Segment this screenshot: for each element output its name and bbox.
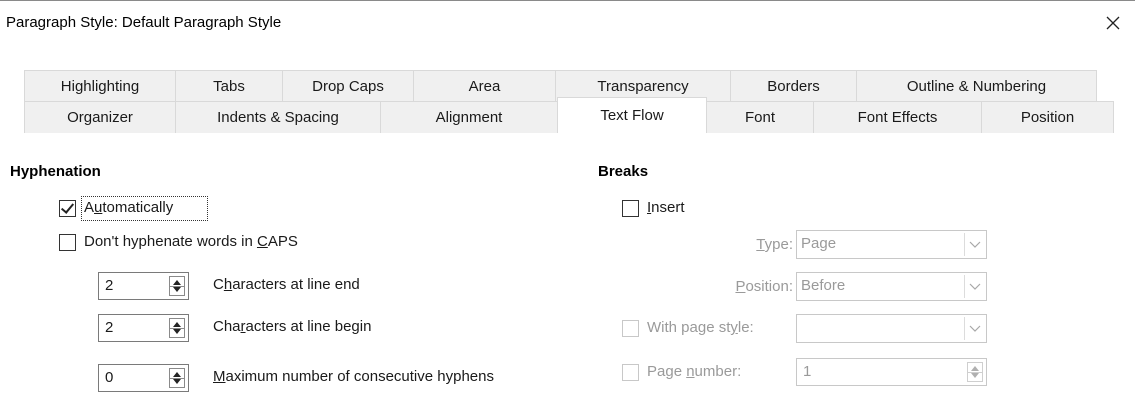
tab-area[interactable]: Area	[413, 70, 556, 102]
breaks-heading: Breaks	[598, 163, 649, 180]
chars-line-end-label: Characters at line end	[213, 276, 360, 293]
chars-line-end-spinbox[interactable]: 2	[98, 272, 189, 300]
tab-position[interactable]: Position	[981, 101, 1114, 133]
chevron-down-icon[interactable]	[964, 233, 984, 256]
tab-indents-spacing[interactable]: Indents & Spacing	[175, 101, 381, 133]
automatically-checkbox[interactable]	[59, 200, 76, 217]
close-icon	[1105, 15, 1121, 35]
tab-organizer[interactable]: Organizer	[24, 101, 176, 133]
title-bar: Paragraph Style: Default Paragraph Style	[0, 1, 1135, 47]
position-label: Position:	[735, 278, 793, 295]
spin-arrows-icon[interactable]	[169, 276, 185, 296]
with-page-style-label: With page style:	[647, 319, 754, 336]
page-number-label: Page number:	[647, 363, 742, 380]
break-type-combobox[interactable]: Page	[796, 230, 987, 259]
window-title: Paragraph Style: Default Paragraph Style	[6, 14, 282, 31]
chevron-down-icon[interactable]	[964, 275, 984, 298]
automatically-label[interactable]: Automatically	[84, 199, 173, 216]
dont-hyphenate-caps-checkbox[interactable]	[59, 234, 76, 251]
hyphenation-heading: Hyphenation	[10, 163, 101, 180]
tab-text-flow[interactable]: Text Flow	[557, 97, 707, 133]
type-label: Type:	[756, 236, 793, 253]
page-number-checkbox[interactable]	[622, 364, 639, 381]
tab-tabs[interactable]: Tabs	[175, 70, 283, 102]
close-button[interactable]	[1091, 10, 1135, 40]
chars-line-begin-label: Characters at line begin	[213, 318, 372, 335]
spin-arrows-icon[interactable]	[169, 368, 185, 388]
page-style-combobox[interactable]	[796, 314, 987, 343]
max-hyphens-label: Maximum number of consecutive hyphens	[213, 368, 494, 385]
tab-font-effects[interactable]: Font Effects	[813, 101, 982, 133]
dont-hyphenate-caps-label[interactable]: Don't hyphenate words in CAPS	[84, 233, 298, 250]
break-position-combobox[interactable]: Before	[796, 272, 987, 301]
max-hyphens-spinbox[interactable]: 0	[98, 364, 189, 392]
chars-line-begin-spinbox[interactable]: 2	[98, 314, 189, 342]
chevron-down-icon[interactable]	[964, 317, 984, 340]
tab-drop-caps[interactable]: Drop Caps	[282, 70, 414, 102]
tab-alignment[interactable]: Alignment	[380, 101, 558, 133]
tab-outline-numbering[interactable]: Outline & Numbering	[856, 70, 1097, 102]
spin-arrows-icon[interactable]	[169, 318, 185, 338]
tab-font[interactable]: Font	[706, 101, 814, 133]
spin-arrows-icon[interactable]	[967, 362, 983, 382]
with-page-style-checkbox[interactable]	[622, 320, 639, 337]
page-number-spinbox[interactable]: 1	[796, 358, 987, 386]
insert-break-checkbox[interactable]	[622, 200, 639, 217]
insert-break-label[interactable]: Insert	[647, 199, 685, 216]
tab-highlighting[interactable]: Highlighting	[24, 70, 176, 102]
tab-row-2: Organizer Indents & Spacing Alignment Te…	[24, 97, 1114, 133]
tab-borders[interactable]: Borders	[730, 70, 857, 102]
paragraph-style-dialog: Paragraph Style: Default Paragraph Style…	[0, 0, 1135, 410]
